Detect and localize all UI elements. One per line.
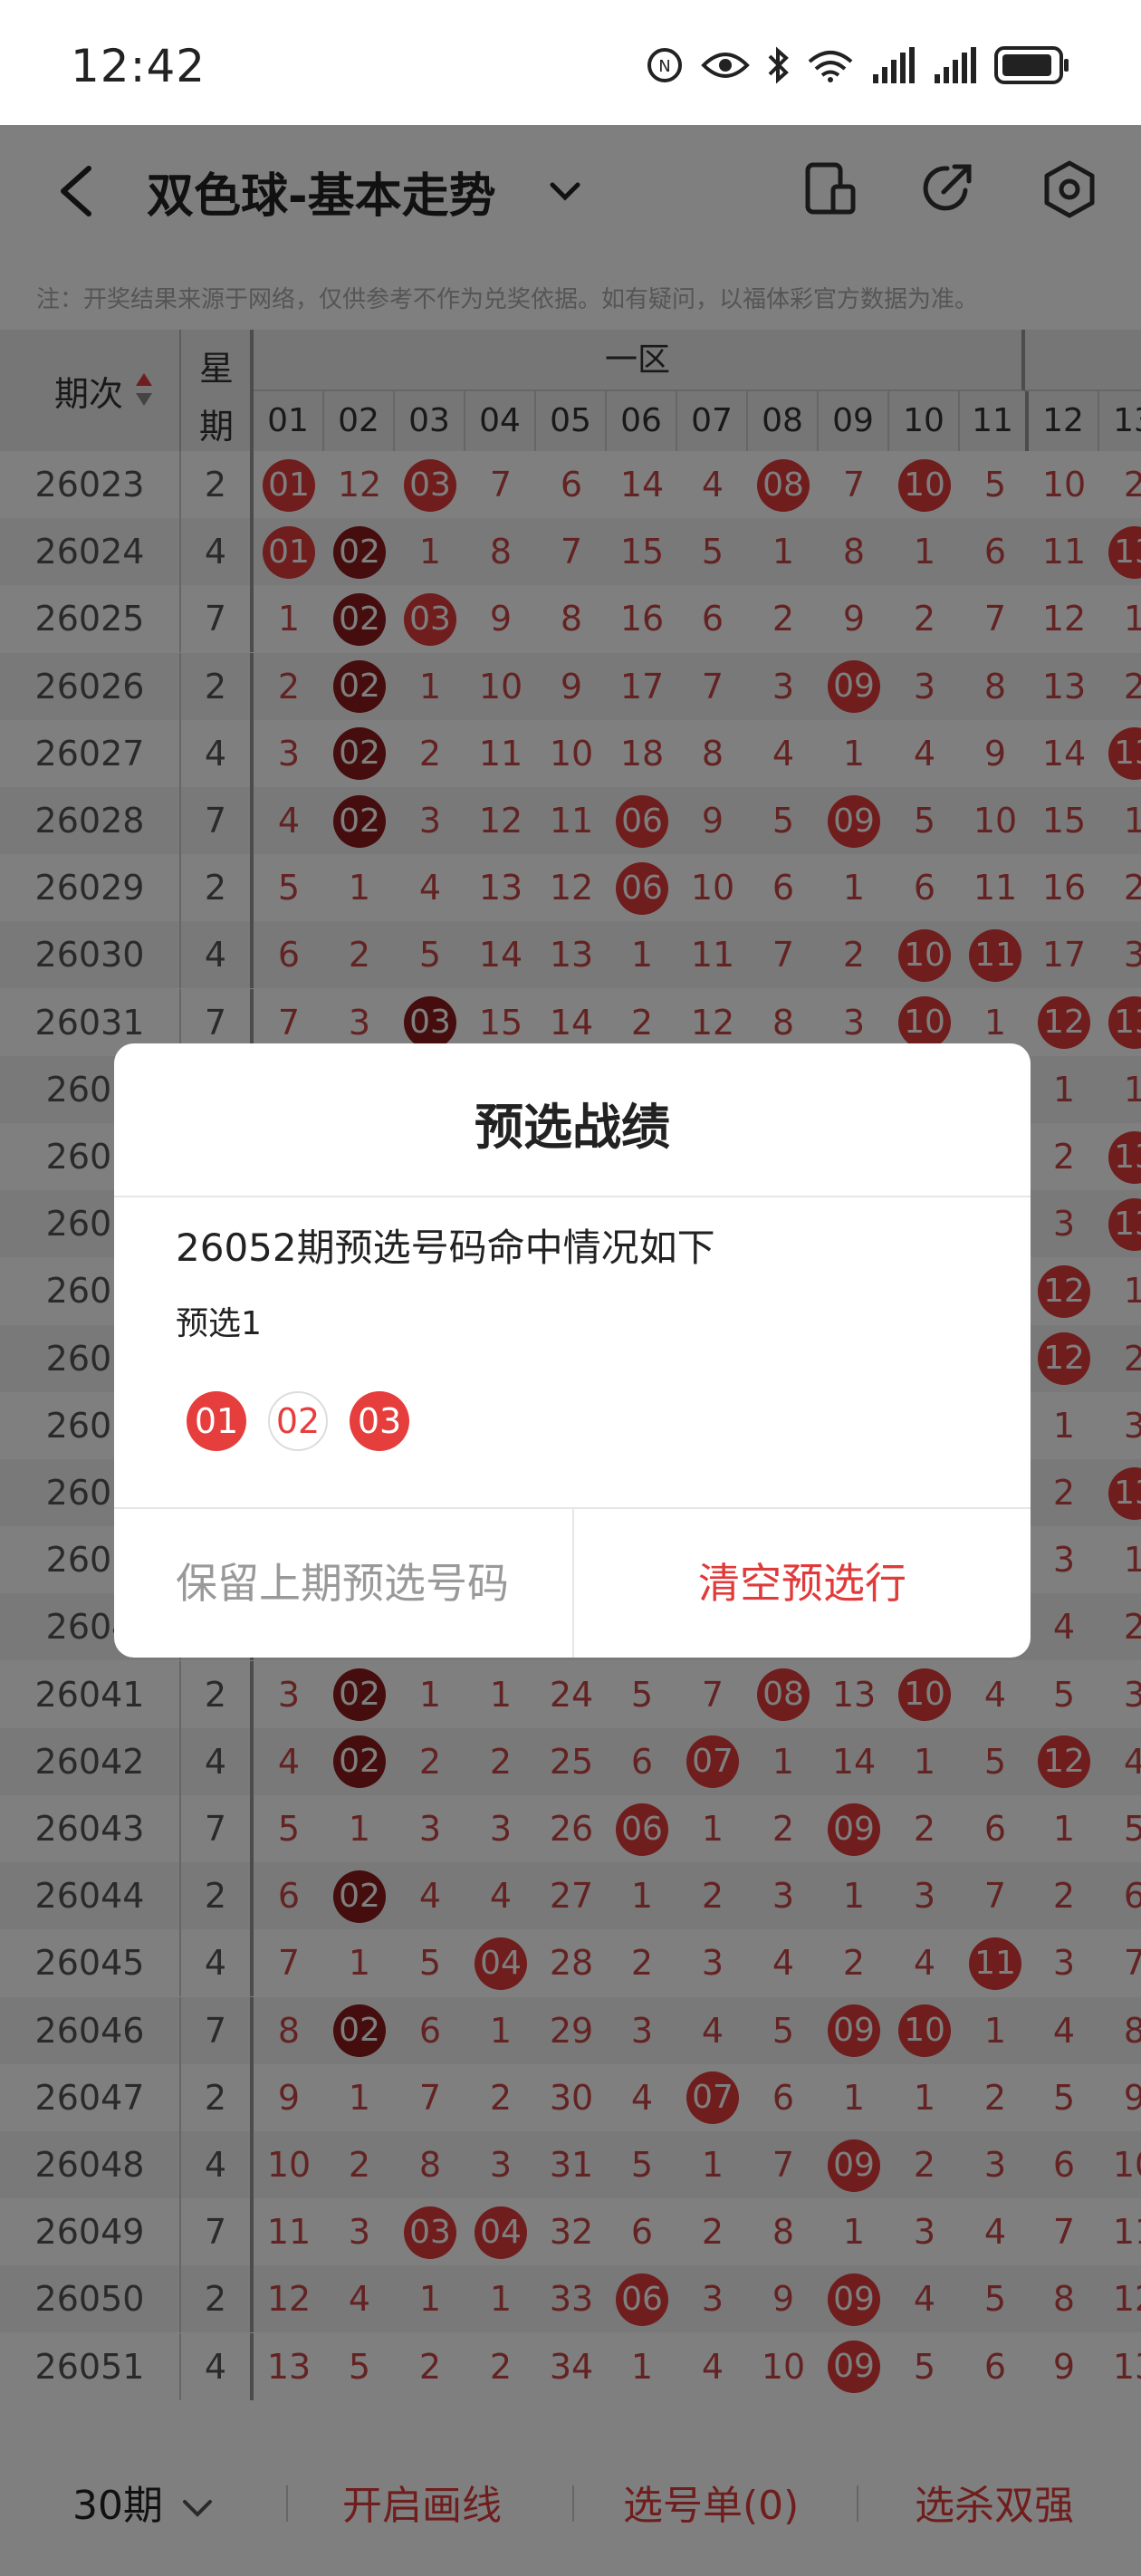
keep-preselect-button[interactable]: 保留上期预选号码 [114, 1509, 570, 1658]
wifi-icon [808, 51, 853, 82]
status-bar: 12:42 N [0, 0, 1141, 125]
dialog-message: 26052期预选号码命中情况如下 [176, 1226, 715, 1270]
clear-preselect-button[interactable]: 清空预选行 [574, 1509, 1031, 1658]
ball-hit: 03 [350, 1391, 409, 1451]
preselect-balls: 01 02 03 [187, 1391, 409, 1451]
signal-icon [873, 47, 915, 83]
preselect-result-dialog: 预选战绩 26052期预选号码命中情况如下 预选1 01 02 03 保留上期预… [114, 1043, 1031, 1658]
preselect-label: 预选1 [176, 1305, 262, 1342]
svg-text:N: N [658, 57, 670, 76]
ball-miss: 02 [268, 1391, 328, 1451]
signal-icon-2 [935, 47, 976, 83]
ball-hit: 01 [187, 1391, 246, 1451]
eye-icon [701, 53, 750, 78]
status-time: 12:42 [71, 40, 206, 92]
alarm-icon: N [647, 48, 682, 82]
bluetooth-icon [768, 46, 789, 84]
dialog-title: 预选战绩 [475, 1099, 670, 1156]
battery-icon [994, 46, 1069, 84]
status-icons: N [645, 45, 1070, 85]
divider [114, 1196, 1031, 1197]
